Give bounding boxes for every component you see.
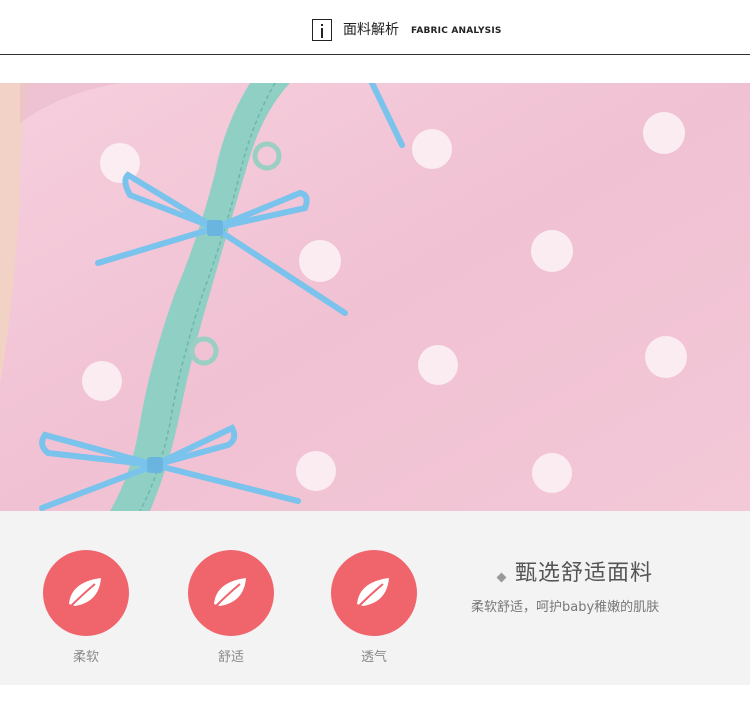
section-title-cn: 面料解析 — [343, 22, 399, 38]
feature-label: 舒适 — [217, 650, 244, 665]
leaf-icon — [69, 578, 101, 607]
feature-soft: 柔软 — [43, 550, 129, 666]
info-icon — [312, 19, 332, 41]
subheadline: 柔软舒适，呵护baby稚嫩的肌肤 — [471, 600, 660, 615]
section-header: 面料解析 FABRIC ANALYSIS — [0, 0, 750, 55]
section-title-en: FABRIC ANALYSIS — [411, 26, 502, 36]
fabric-photo — [0, 83, 750, 511]
diamond-bullet-icon — [496, 572, 507, 583]
header-divider — [0, 54, 750, 55]
headline: 甄选舒适面料 — [515, 561, 654, 586]
feature-badge — [43, 550, 129, 636]
feature-badge — [188, 550, 274, 636]
leaf-icon — [357, 578, 389, 607]
leaf-icon — [214, 578, 246, 607]
features-panel: 柔软 舒适 透气 甄选舒适面料 柔软舒适，呵护baby稚嫩的肌肤 — [0, 511, 750, 685]
feature-badge — [331, 550, 417, 636]
feature-comfortable: 舒适 — [188, 550, 274, 666]
feature-label: 透气 — [360, 650, 387, 665]
feature-label: 柔软 — [72, 650, 99, 665]
feature-breathable: 透气 — [331, 550, 417, 666]
